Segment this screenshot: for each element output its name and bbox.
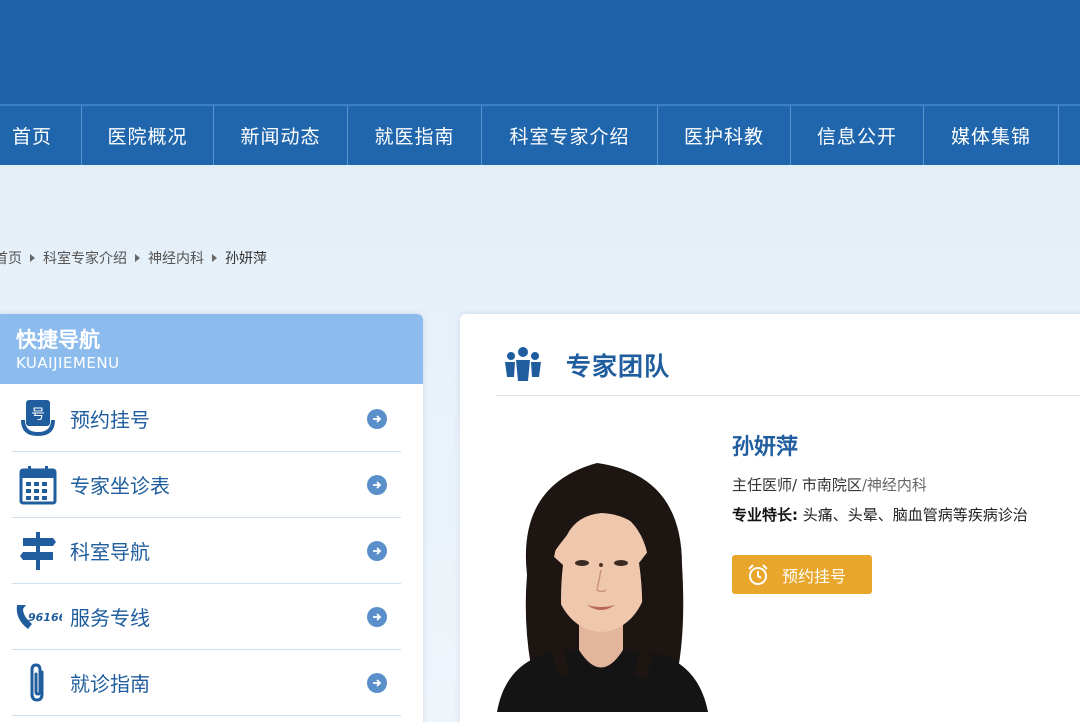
book-appointment-button[interactable]: 预约挂号 (732, 555, 872, 594)
breadcrumb-separator-icon (30, 254, 35, 262)
arrow-right-icon (367, 474, 387, 495)
doctor-photo (497, 445, 708, 712)
nav-more[interactable] (1059, 106, 1080, 165)
sidebar-subtitle: KUAIJIEMENU (16, 354, 120, 372)
sidebar-item-registration[interactable]: 号 预约挂号 (12, 386, 401, 452)
nav-hospital-overview[interactable]: 医院概况 (82, 106, 214, 165)
arrow-right-icon (367, 672, 387, 693)
breadcrumb-home[interactable]: 首页 (0, 248, 22, 268)
quick-nav-sidebar: 快捷导航 KUAIJIEMENU 号 预约挂号 专家坐诊表 科室导航 9616 … (0, 314, 423, 722)
sidebar-item-label: 预约挂号 (70, 408, 150, 432)
doctor-department: /神经内科 (861, 476, 927, 494)
sidebar-title: 快捷导航 (16, 328, 100, 352)
top-banner (0, 0, 1080, 104)
expert-team-panel: 专家团队 孙妍萍 主任医师/ 市南院区/神经内科 专业特长: 头痛、头晕、脑血管… (460, 314, 1080, 722)
nav-departments-experts[interactable]: 科室专家介绍 (482, 106, 658, 165)
breadcrumb-neurology[interactable]: 神经内科 (148, 248, 204, 268)
sidebar-item-label: 专家坐诊表 (70, 474, 170, 498)
breadcrumb-current: 孙妍萍 (225, 251, 267, 267)
sidebar-item-expert-schedule[interactable]: 专家坐诊表 (12, 452, 401, 518)
sidebar-item-label: 服务专线 (70, 606, 150, 630)
doctor-title-campus: 主任医师/ 市南院区 (732, 476, 862, 494)
doctor-name: 孙妍萍 (732, 435, 799, 460)
arrow-right-icon (367, 540, 387, 561)
sidebar-item-label: 就诊指南 (70, 672, 150, 696)
sidebar-item-visit-guide[interactable]: 就诊指南 (12, 650, 401, 716)
registration-icon: 号 (14, 397, 62, 441)
svg-text:号: 号 (31, 407, 45, 423)
nav-news[interactable]: 新闻动态 (214, 106, 348, 165)
arrow-right-icon (367, 408, 387, 429)
breadcrumb: 首页 科室专家介绍 神经内科 孙妍萍 (0, 248, 267, 268)
nav-information-disclosure[interactable]: 信息公开 (791, 106, 924, 165)
sidebar-header: 快捷导航 KUAIJIEMENU (0, 314, 423, 384)
paperclip-icon (14, 661, 62, 705)
hotline-number: 96166 (28, 611, 62, 624)
sidebar-item-service-hotline[interactable]: 96166 服务专线 (12, 584, 401, 650)
main-nav: 首页 医院概况 新闻动态 就医指南 科室专家介绍 医护科教 信息公开 媒体集锦 (0, 104, 1080, 165)
phone-96166-icon: 96166 (14, 595, 62, 639)
specialty-label: 专业特长: (732, 506, 798, 524)
nav-media[interactable]: 媒体集锦 (924, 106, 1059, 165)
nav-home[interactable]: 首页 (0, 106, 82, 165)
section-header: 专家团队 (496, 334, 1080, 396)
breadcrumb-departments[interactable]: 科室专家介绍 (43, 248, 127, 268)
book-button-label: 预约挂号 (782, 566, 847, 586)
sidebar-item-department-nav[interactable]: 科室导航 (12, 518, 401, 584)
breadcrumb-separator-icon (135, 254, 140, 262)
arrow-right-icon (367, 606, 387, 627)
signpost-icon (14, 529, 62, 573)
doctor-specialty: 专业特长: 头痛、头晕、脑血管病等疾病诊治 (732, 504, 1028, 525)
sidebar-item-label: 科室导航 (70, 540, 150, 564)
doctor-meta: 主任医师/ 市南院区/神经内科 (732, 474, 927, 495)
alarm-clock-icon (746, 563, 770, 587)
nav-medical-guide[interactable]: 就医指南 (348, 106, 482, 165)
nav-nursing-education[interactable]: 医护科教 (658, 106, 791, 165)
specialty-value: 头痛、头晕、脑血管病等疾病诊治 (798, 506, 1028, 524)
team-icon (504, 345, 542, 385)
section-title: 专家团队 (566, 351, 671, 381)
breadcrumb-separator-icon (212, 254, 217, 262)
calendar-icon (14, 463, 62, 507)
